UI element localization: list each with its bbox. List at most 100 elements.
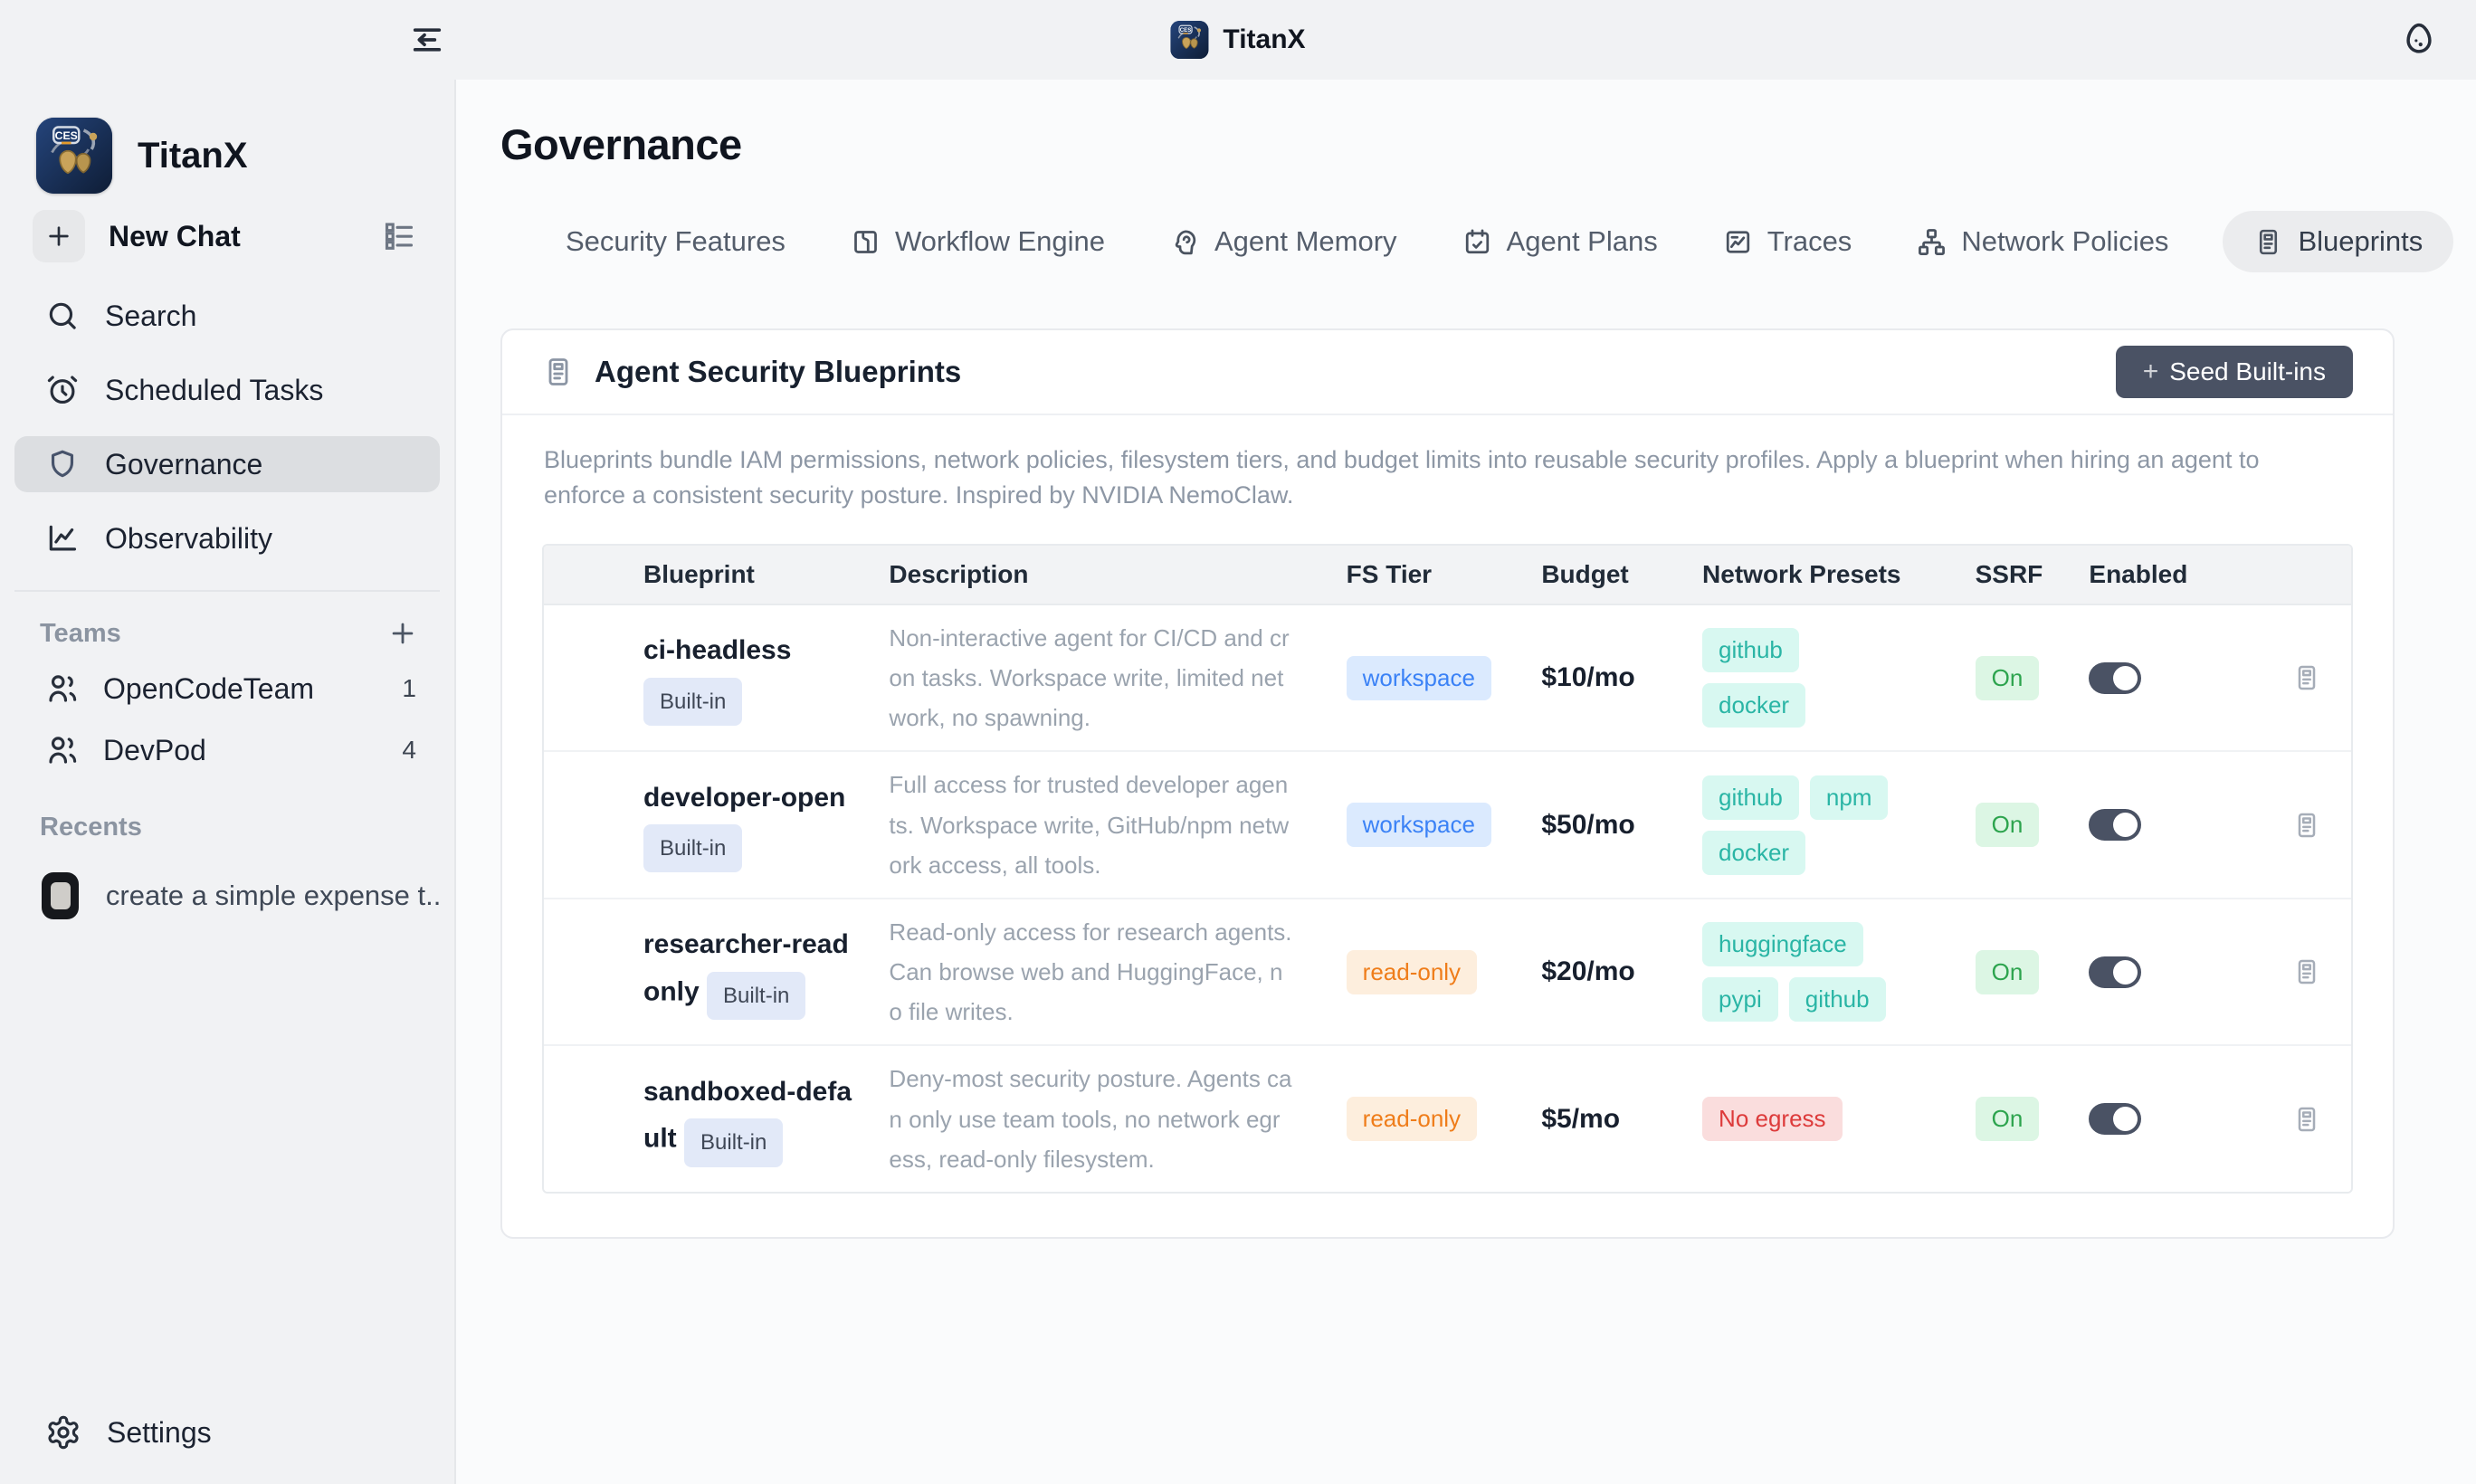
teams-header-label: Teams [40, 619, 387, 649]
tab-label: Blueprints [2298, 225, 2423, 258]
team-name: DevPod [103, 734, 402, 767]
panel-title: Agent Security Blueprints [595, 355, 961, 389]
tab-label: Security Features [566, 225, 786, 258]
page-title: Governance [500, 119, 2395, 169]
tab-agent-memory[interactable]: Agent Memory [1170, 225, 1397, 258]
recents-section-header: Recents [14, 805, 440, 849]
team-item-devpod[interactable]: DevPod 4 [14, 722, 440, 778]
tab-traces[interactable]: Traces [1723, 225, 1852, 258]
network-presets-cell: huggingface pypi github [1702, 922, 1976, 1022]
preset-badge: huggingface [1702, 922, 1863, 966]
sidebar-item-settings[interactable]: Settings [14, 1404, 440, 1460]
seed-button-label: Seed Built-ins [2169, 357, 2326, 386]
blueprint-doc-icon [2253, 227, 2283, 257]
blueprint-description: Deny-most security posture. Agents can o… [889, 1059, 1346, 1179]
tab-blueprints[interactable]: Blueprints [2223, 211, 2453, 272]
sidebar-divider [14, 590, 440, 592]
row-details-icon[interactable] [2292, 663, 2321, 692]
brand-logo [36, 118, 112, 194]
budget-value: $20/mo [1541, 956, 1702, 987]
table-row: sandboxed-default Built-in Deny-most sec… [544, 1046, 2351, 1192]
row-details-icon[interactable] [2292, 957, 2321, 986]
brain-icon [1170, 227, 1200, 257]
preset-badge: pypi [1702, 977, 1778, 1022]
teams-section-header: Teams [14, 612, 440, 655]
sidebar-item-observability[interactable]: Observability [14, 510, 440, 566]
shield-icon [45, 447, 80, 481]
row-details-icon[interactable] [2292, 811, 2321, 840]
users-icon [45, 671, 80, 706]
sidebar-item-governance[interactable]: Governance [14, 436, 440, 492]
column-header-fs-tier: FS Tier [1347, 560, 1542, 589]
blueprint-description: Full access for trusted developer agents… [889, 765, 1346, 885]
tab-label: Network Policies [1961, 225, 2168, 258]
scroll-text-icon [542, 356, 575, 388]
fs-tier-badge: workspace [1347, 803, 1491, 847]
brand-name: TitanX [138, 136, 248, 176]
app-logo-icon [1170, 21, 1208, 59]
tab-network-policies[interactable]: Network Policies [1917, 225, 2168, 258]
trace-chart-icon [1723, 227, 1753, 257]
built-in-badge: Built-in [643, 678, 742, 726]
main-content: Governance Security Features Workflow En… [454, 80, 2476, 1484]
sidebar-item-label: Search [105, 300, 196, 333]
budget-value: $10/mo [1541, 662, 1702, 693]
new-chat-button[interactable]: New Chat [33, 208, 440, 264]
sidebar-nav: Search Scheduled Tasks Governance Observ… [14, 288, 440, 566]
column-header-enabled: Enabled [2089, 560, 2262, 589]
network-presets-cell: github docker [1702, 628, 1976, 728]
calendar-check-icon [1462, 227, 1492, 257]
sidebar-item-label: Observability [105, 522, 272, 556]
built-in-badge: Built-in [684, 1118, 783, 1166]
network-presets-cell: github npm docker [1702, 775, 1976, 875]
plus-icon: + [2143, 357, 2159, 387]
row-details-icon[interactable] [2292, 1105, 2321, 1134]
tab-agent-plans[interactable]: Agent Plans [1462, 225, 1658, 258]
fs-tier-badge: read-only [1347, 950, 1477, 994]
seed-built-ins-button[interactable]: + Seed Built-ins [2116, 346, 2353, 398]
preset-badge: github [1789, 977, 1886, 1022]
blueprints-panel: Agent Security Blueprints + Seed Built-i… [500, 328, 2395, 1239]
list-todo-icon[interactable] [382, 219, 416, 253]
ssrf-badge: On [1976, 950, 2040, 994]
egg-icon[interactable] [2400, 20, 2438, 58]
recent-chat-item[interactable]: create a simple expense t... [14, 865, 440, 927]
enabled-toggle[interactable] [2089, 1103, 2141, 1135]
alarm-clock-icon [45, 373, 80, 407]
enabled-toggle[interactable] [2089, 809, 2141, 841]
brand: TitanX [36, 118, 454, 194]
blueprint-name-cell: ci-headless Built-in [544, 630, 889, 726]
team-name: OpenCodeTeam [103, 672, 402, 706]
preset-badge: No egress [1702, 1097, 1843, 1141]
table-row: ci-headless Built-in Non-interactive age… [544, 605, 2351, 753]
column-header-description: Description [889, 560, 1346, 589]
fs-tier-badge: workspace [1347, 656, 1491, 700]
team-item-opencodeteam[interactable]: OpenCodeTeam 1 [14, 661, 440, 717]
sidebar-collapse-icon[interactable] [409, 22, 445, 58]
recent-chat-title: create a simple expense t... [106, 880, 440, 912]
ssrf-badge: On [1976, 803, 2040, 847]
tab-workflow-engine[interactable]: Workflow Engine [851, 225, 1105, 258]
users-icon [45, 733, 80, 767]
built-in-badge: Built-in [707, 972, 805, 1020]
blueprint-name-cell: researcher-readonly Built-in [544, 924, 889, 1020]
column-header-ssrf: SSRF [1976, 560, 2090, 589]
network-presets-cell: No egress [1702, 1097, 1976, 1141]
enabled-toggle[interactable] [2089, 662, 2141, 694]
add-team-icon[interactable] [387, 618, 418, 649]
column-header-budget: Budget [1541, 560, 1702, 589]
ssrf-badge: On [1976, 1097, 2040, 1141]
top-bar: TitanX [0, 0, 2476, 80]
enabled-toggle[interactable] [2089, 956, 2141, 988]
blueprint-name: developer-open [643, 783, 845, 813]
column-header-network-presets: Network Presets [1702, 560, 1976, 589]
blueprint-description: Read-only access for research agents. Ca… [889, 912, 1346, 1032]
preset-badge: npm [1810, 775, 1889, 820]
blueprint-description: Non-interactive agent for CI/CD and cron… [889, 618, 1346, 738]
team-count: 1 [402, 674, 416, 703]
built-in-badge: Built-in [643, 824, 742, 872]
sidebar-item-search[interactable]: Search [14, 288, 440, 344]
table-row: researcher-readonly Built-in Read-only a… [544, 899, 2351, 1047]
sidebar-item-scheduled-tasks[interactable]: Scheduled Tasks [14, 362, 440, 418]
tab-security-features[interactable]: Security Features [566, 225, 786, 258]
